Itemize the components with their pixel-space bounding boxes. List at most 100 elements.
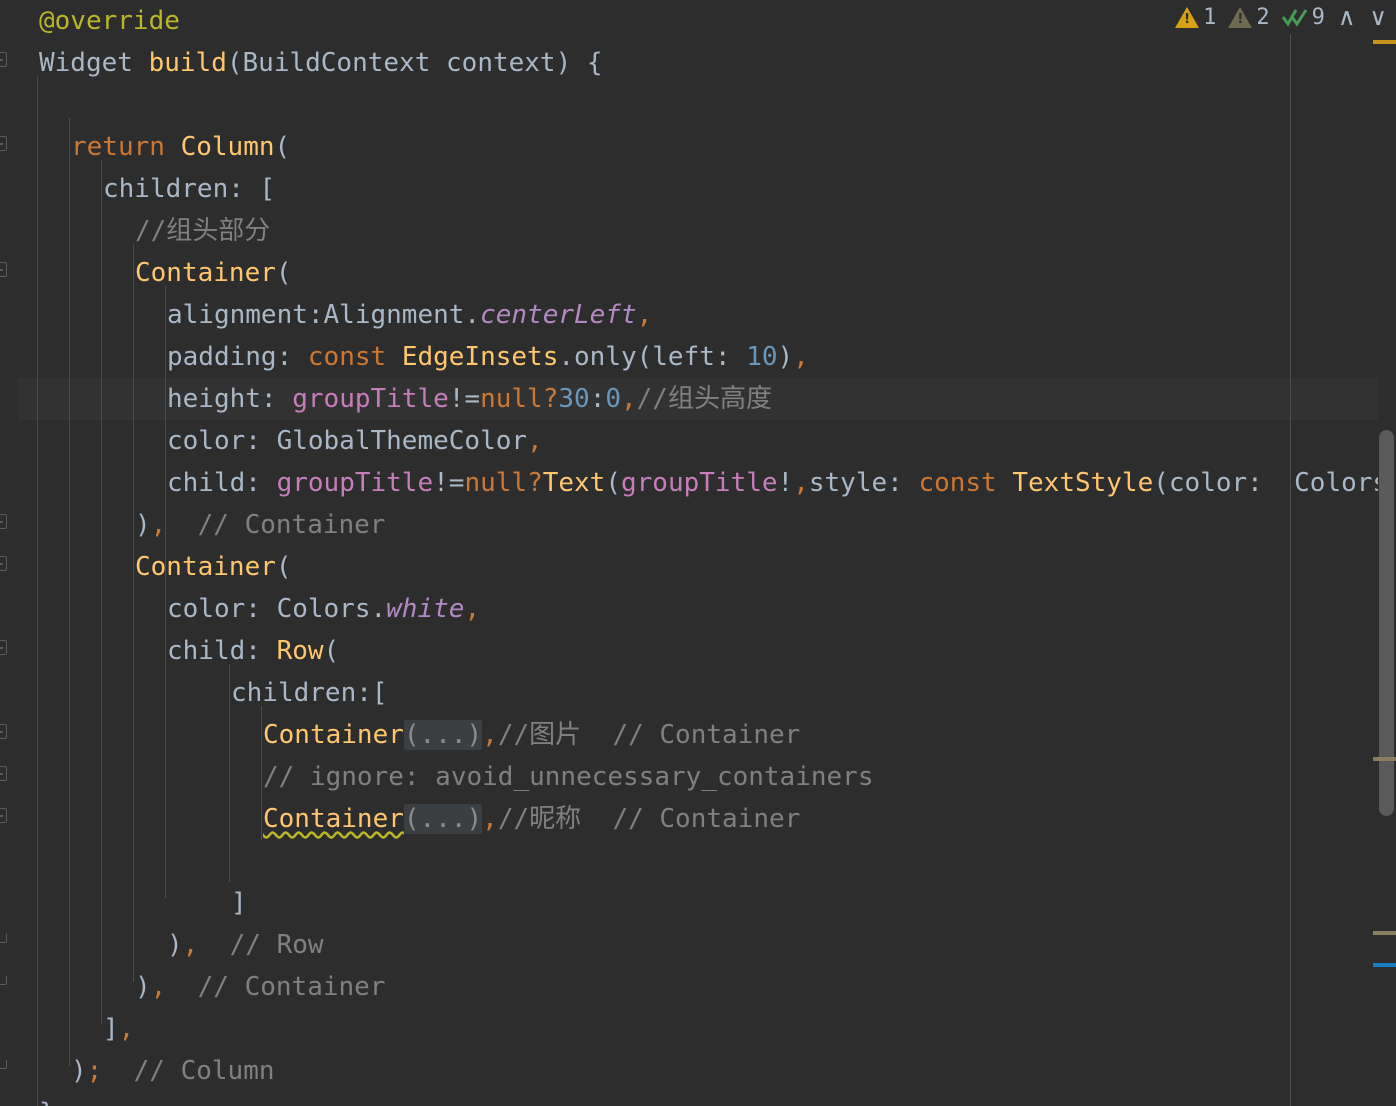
code-token: child: <box>167 636 277 666</box>
folded-region[interactable]: (...) <box>403 720 483 750</box>
code-token: Container <box>263 804 404 834</box>
code-token: , <box>621 384 637 414</box>
code-token: Widget <box>39 48 149 78</box>
code-token: // Container <box>166 510 386 540</box>
code-line[interactable]: Container(...),//昵称 // Container <box>0 798 800 840</box>
weak-warning-triangle-icon <box>1228 6 1253 28</box>
code-token: , <box>150 972 167 1002</box>
code-token: //图片 // Container <box>497 720 801 750</box>
code-line[interactable]: return Column( <box>0 126 290 168</box>
inspection-widget[interactable]: 1 2 9 ∧ ∨ <box>1163 0 1394 34</box>
code-token: null <box>480 384 543 414</box>
code-line[interactable]: //组头部分 <box>0 210 270 252</box>
info-marker[interactable] <box>1373 963 1396 967</box>
code-token: groupTitle <box>621 468 778 498</box>
previous-problem-button[interactable]: ∧ <box>1331 5 1363 29</box>
code-token: Container <box>135 552 276 582</box>
code-token: const <box>307 342 402 372</box>
code-editor[interactable]: @override Widget build(BuildContext conte… <box>0 0 1396 1106</box>
code-token: , <box>464 594 481 624</box>
code-fold-marker[interactable] <box>0 1060 7 1069</box>
code-line[interactable]: child: groupTitle!=null?Text(groupTitle!… <box>0 462 1388 504</box>
code-line[interactable]: alignment:Alignment.centerLeft, <box>0 294 652 336</box>
weak-warning-marker[interactable] <box>1373 757 1396 761</box>
code-token: : <box>589 384 606 414</box>
code-fold-marker[interactable] <box>0 640 7 655</box>
code-fold-marker[interactable] <box>0 262 7 277</box>
code-token: ( <box>275 552 292 582</box>
code-line[interactable]: Container(...),//图片 // Container <box>0 714 800 756</box>
code-token: //昵称 // Container <box>497 804 801 834</box>
code-token: // Row <box>198 930 324 960</box>
code-token: return <box>71 132 181 162</box>
code-token: EdgeInsets <box>401 342 559 372</box>
code-fold-marker[interactable] <box>0 976 7 985</box>
folded-region[interactable]: (...) <box>403 804 483 834</box>
code-line[interactable]: ), // Container <box>0 504 385 546</box>
code-fold-marker[interactable] <box>0 136 7 151</box>
code-token: ? <box>527 468 543 498</box>
code-token: groupTitle <box>276 468 434 498</box>
code-token: build <box>148 48 227 78</box>
code-fold-marker[interactable] <box>0 766 7 781</box>
code-line[interactable]: ), // Row <box>0 924 324 966</box>
code-line[interactable]: Widget build(BuildContext context) { <box>0 42 603 84</box>
code-token: , <box>182 930 199 960</box>
code-line[interactable]: Container( <box>0 546 292 588</box>
code-line[interactable]: ), // Container <box>0 966 385 1008</box>
right-margin-guide <box>1290 0 1291 1106</box>
code-token: 30 <box>558 384 590 414</box>
code-token: != <box>433 468 465 498</box>
code-token: (color: <box>1153 468 1279 498</box>
code-token: ( <box>274 132 291 162</box>
code-token: 0 <box>605 384 621 414</box>
code-line[interactable]: ] <box>0 882 247 924</box>
code-fold-marker[interactable] <box>0 808 7 823</box>
code-token: TextStyle <box>1012 468 1154 498</box>
code-token: // ignore: avoid_unnecessary_containers <box>263 762 874 792</box>
code-token: ( <box>323 636 340 666</box>
warning-marker[interactable] <box>1373 40 1396 44</box>
code-token: //组头高度 <box>636 384 772 414</box>
weak-warnings-indicator[interactable]: 2 <box>1222 2 1275 32</box>
code-token: Container <box>263 720 404 750</box>
code-line[interactable]: ); // Column <box>0 1050 275 1092</box>
code-line[interactable]: color: Colors.white, <box>0 588 480 630</box>
code-line[interactable]: child: Row( <box>0 630 339 672</box>
code-token: , <box>793 342 809 372</box>
code-line[interactable]: padding: const EdgeInsets.only(left: 10)… <box>0 336 809 378</box>
code-token: ) <box>71 1056 87 1086</box>
code-line[interactable]: color: GlobalThemeColor, <box>0 420 543 462</box>
code-line[interactable] <box>0 840 263 882</box>
code-fold-marker[interactable] <box>0 514 7 529</box>
code-fold-marker[interactable] <box>0 724 7 739</box>
code-token: color: GlobalThemeColor <box>167 426 528 456</box>
warnings-indicator[interactable]: 1 <box>1169 2 1222 32</box>
code-line[interactable]: @override <box>0 0 180 42</box>
code-line[interactable]: Container( <box>0 252 292 294</box>
checks-passed-indicator[interactable]: 9 <box>1276 2 1331 32</box>
weak-warning-marker[interactable] <box>1373 931 1396 935</box>
code-token: ( <box>275 258 292 288</box>
code-line[interactable]: children:[ <box>0 672 388 714</box>
code-line[interactable]: children: [ <box>0 168 275 210</box>
code-token: , <box>482 720 498 750</box>
code-fold-marker[interactable] <box>0 52 7 67</box>
code-token: null <box>464 468 528 498</box>
code-token: ] <box>103 1014 119 1044</box>
code-token: Colors <box>1278 468 1389 498</box>
code-token: children:[ <box>231 678 388 708</box>
code-line[interactable]: // ignore: avoid_unnecessary_containers <box>0 756 873 798</box>
checks-passed-count: 9 <box>1311 4 1325 30</box>
code-fold-marker[interactable] <box>0 556 7 571</box>
double-check-icon <box>1281 6 1308 28</box>
code-token: Text <box>542 468 606 498</box>
code-fold-marker[interactable] <box>0 934 7 943</box>
code-line[interactable]: ], <box>0 1008 134 1050</box>
next-problem-button[interactable]: ∨ <box>1362 5 1394 29</box>
code-token: // Container <box>166 972 386 1002</box>
editor-gutter[interactable] <box>0 0 18 1106</box>
code-token: padding: <box>167 342 308 372</box>
code-token: != <box>448 384 481 414</box>
code-line[interactable]: height: groupTitle!=null?30:0,//组头高度 <box>0 378 772 420</box>
